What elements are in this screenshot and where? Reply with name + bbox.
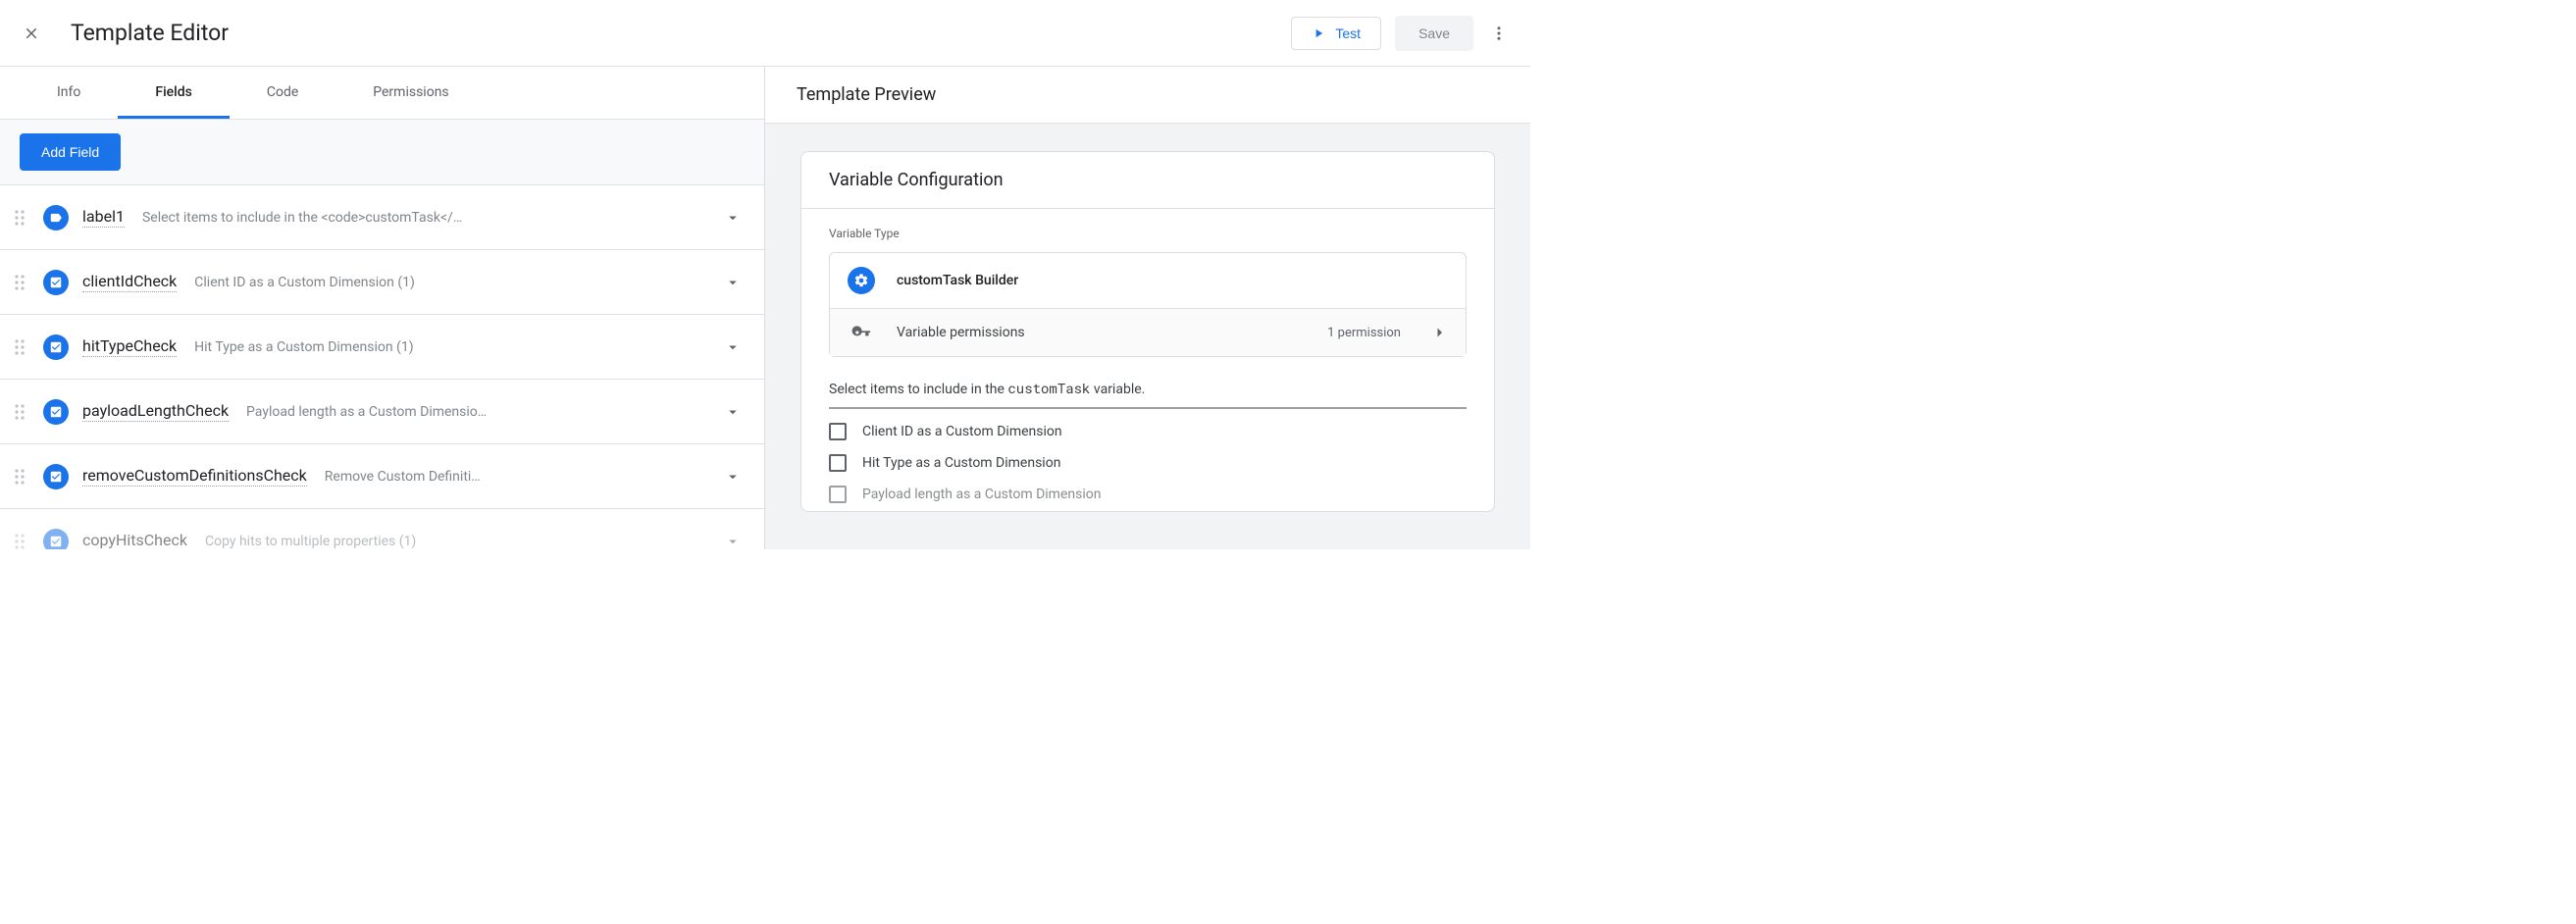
- field-hint: Copy hits to multiple properties (1): [205, 534, 707, 549]
- chevron-down-icon[interactable]: [721, 530, 745, 550]
- variable-type-label: Variable Type: [829, 227, 1467, 240]
- checkbox-label: Client ID as a Custom Dimension: [862, 424, 1062, 439]
- drag-handle-icon[interactable]: [10, 209, 29, 227]
- field-hint: Payload length as a Custom Dimensio…: [246, 404, 707, 420]
- checkbox-icon: [43, 270, 69, 295]
- field-name[interactable]: clientIdCheck: [82, 272, 177, 292]
- field-row[interactable]: label1 Select items to include in the <c…: [0, 185, 764, 250]
- instruction-text: Select items to include in the customTas…: [829, 379, 1467, 409]
- key-icon: [848, 323, 875, 342]
- preview-body: Variable Configuration Variable Type cus…: [765, 124, 1530, 539]
- play-icon: [1312, 26, 1325, 40]
- label-icon: [43, 205, 69, 231]
- field-row[interactable]: payloadLengthCheck Payload length as a C…: [0, 380, 764, 444]
- tab-permissions[interactable]: Permissions: [335, 67, 486, 119]
- gear-icon: [848, 267, 875, 294]
- left-panel: Info Fields Code Permissions Add Field l…: [0, 67, 765, 549]
- more-icon[interactable]: [1487, 22, 1511, 45]
- checkbox-icon[interactable]: [829, 423, 847, 440]
- card-body: Variable Type customTask Builder: [801, 209, 1494, 511]
- tab-code[interactable]: Code: [230, 67, 335, 119]
- drag-handle-icon[interactable]: [10, 468, 29, 486]
- test-button-label: Test: [1335, 26, 1361, 41]
- checkbox-item[interactable]: Hit Type as a Custom Dimension: [829, 454, 1467, 472]
- field-name[interactable]: label1: [82, 207, 125, 228]
- fields-list: label1 Select items to include in the <c…: [0, 185, 764, 549]
- field-hint: Select items to include in the <code>cus…: [142, 210, 707, 226]
- checkbox-item[interactable]: Payload length as a Custom Dimension: [829, 486, 1467, 503]
- tab-fields[interactable]: Fields: [118, 67, 229, 119]
- right-panel: Template Preview Variable Configuration …: [765, 67, 1530, 549]
- checkbox-icon[interactable]: [829, 486, 847, 503]
- variable-permissions-row[interactable]: Variable permissions 1 permission: [830, 308, 1466, 356]
- variable-config-card: Variable Configuration Variable Type cus…: [800, 151, 1495, 512]
- field-hint: Hit Type as a Custom Dimension (1): [194, 339, 707, 355]
- app-header: Template Editor Test Save: [0, 0, 1530, 67]
- drag-handle-icon[interactable]: [10, 274, 29, 291]
- variable-type-row[interactable]: customTask Builder: [830, 253, 1466, 308]
- main-body: Info Fields Code Permissions Add Field l…: [0, 67, 1530, 549]
- chevron-down-icon[interactable]: [721, 271, 745, 294]
- editor-tabs: Info Fields Code Permissions: [0, 67, 764, 120]
- drag-handle-icon[interactable]: [10, 403, 29, 421]
- checkbox-icon[interactable]: [829, 454, 847, 472]
- chevron-down-icon[interactable]: [721, 335, 745, 359]
- header-actions: Test Save: [1291, 16, 1511, 51]
- save-button[interactable]: Save: [1395, 16, 1473, 51]
- permissions-count: 1 permission: [1327, 326, 1401, 340]
- checkbox-list: Client ID as a Custom Dimension Hit Type…: [829, 423, 1467, 511]
- card-title: Variable Configuration: [801, 152, 1494, 209]
- drag-handle-icon[interactable]: [10, 533, 29, 550]
- checkbox-icon: [43, 464, 69, 489]
- test-button[interactable]: Test: [1291, 17, 1381, 50]
- field-name[interactable]: removeCustomDefinitionsCheck: [82, 466, 307, 487]
- drag-handle-icon[interactable]: [10, 338, 29, 356]
- checkbox-label: Hit Type as a Custom Dimension: [862, 455, 1060, 471]
- checkbox-icon: [43, 334, 69, 360]
- field-row[interactable]: removeCustomDefinitionsCheck Remove Cust…: [0, 444, 764, 509]
- add-field-button[interactable]: Add Field: [20, 133, 121, 171]
- chevron-right-icon: [1430, 324, 1448, 341]
- field-hint: Remove Custom Definiti…: [325, 469, 707, 485]
- preview-title: Template Preview: [765, 67, 1530, 124]
- permissions-label: Variable permissions: [897, 325, 1306, 340]
- chevron-down-icon[interactable]: [721, 465, 745, 488]
- close-icon[interactable]: [20, 22, 43, 45]
- variable-type-box: customTask Builder Variable permissions …: [829, 252, 1467, 357]
- field-hint: Client ID as a Custom Dimension (1): [194, 275, 707, 290]
- page-title: Template Editor: [71, 20, 1291, 46]
- field-row[interactable]: hitTypeCheck Hit Type as a Custom Dimens…: [0, 315, 764, 380]
- field-row[interactable]: copyHitsCheck Copy hits to multiple prop…: [0, 509, 764, 549]
- chevron-down-icon[interactable]: [721, 400, 745, 424]
- variable-type-name: customTask Builder: [897, 273, 1448, 288]
- field-row[interactable]: clientIdCheck Client ID as a Custom Dime…: [0, 250, 764, 315]
- field-name[interactable]: hitTypeCheck: [82, 336, 177, 357]
- checkbox-label: Payload length as a Custom Dimension: [862, 487, 1101, 502]
- chevron-down-icon[interactable]: [721, 206, 745, 230]
- checkbox-icon: [43, 399, 69, 425]
- field-name[interactable]: copyHitsCheck: [82, 531, 187, 549]
- checkbox-item[interactable]: Client ID as a Custom Dimension: [829, 423, 1467, 440]
- checkbox-icon: [43, 529, 69, 550]
- fields-toolbar: Add Field: [0, 120, 764, 185]
- tab-info[interactable]: Info: [20, 67, 118, 119]
- field-name[interactable]: payloadLengthCheck: [82, 401, 229, 422]
